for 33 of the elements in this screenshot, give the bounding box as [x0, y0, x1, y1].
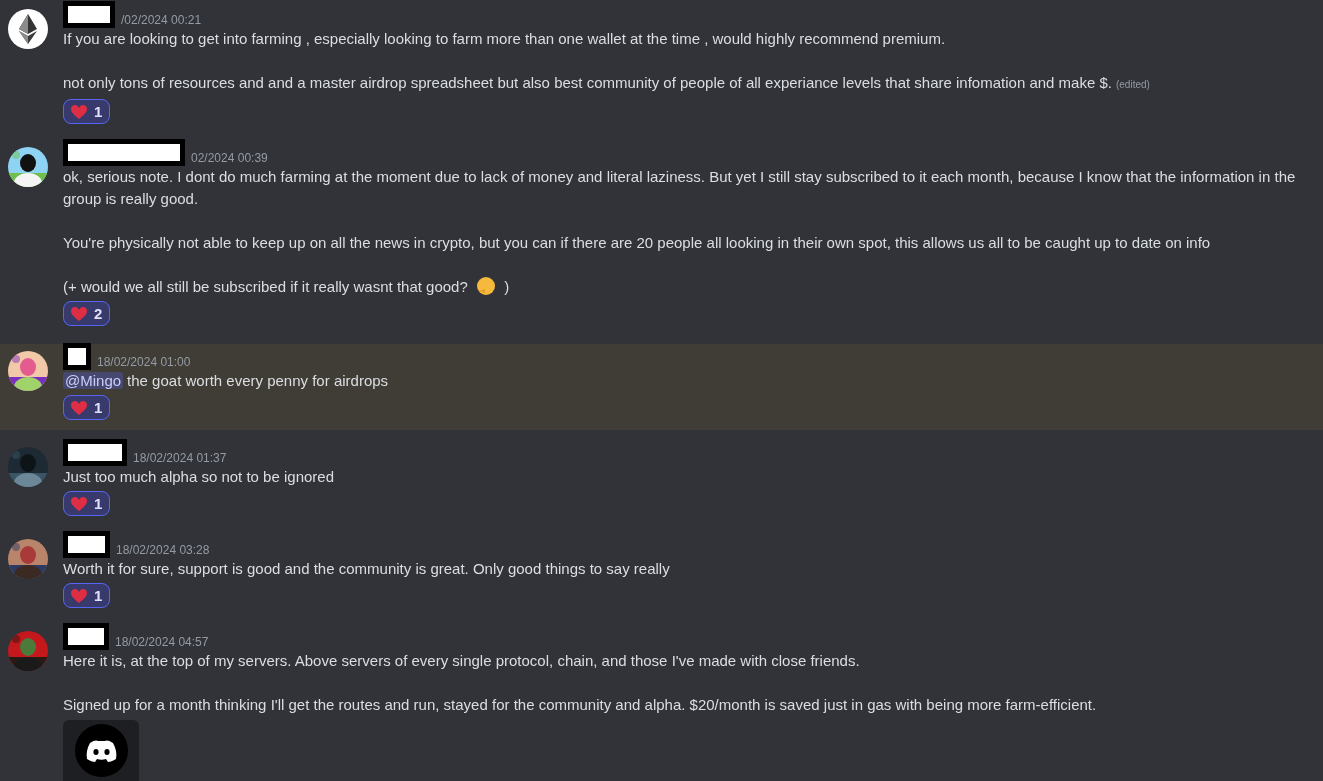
message-text: (+ would we all still be subscribed if it really wasnt that good?: [63, 278, 468, 295]
timestamp: 18/02/2024 03:28: [116, 542, 210, 558]
attachment-card[interactable]: [63, 720, 139, 781]
thinking-emoji-icon: [475, 276, 496, 296]
edited-label: (edited): [1115, 79, 1150, 90]
heart-icon: [70, 305, 88, 322]
heart-icon: [70, 587, 88, 604]
timestamp: /02/2024 00:21: [121, 12, 202, 28]
heart-icon: [70, 399, 88, 416]
heart-icon: [70, 103, 88, 120]
controller-logo-icon: [74, 724, 128, 777]
message-text: You're physically not able to keep up on all the news in crypto, but you can if there are 20 people all looking in their own spot, this allows us all to be caught up to date on info: [63, 234, 1211, 251]
reaction-button[interactable]: 1: [63, 491, 111, 516]
reaction-button[interactable]: 1: [63, 99, 111, 124]
message-text: Here it is, at the top of my servers. Above servers of every single protocol, chain, and those I've made with close friends.: [63, 652, 860, 669]
message-text: the goat worth every penny for airdrops: [127, 372, 389, 389]
timestamp: 18/02/2024 01:00: [97, 354, 191, 370]
message-text: If you are looking to get into farming , especially looking to farm more than one wallet at the time , would highly recommend premium.: [63, 30, 946, 47]
message-text: Signed up for a month thinking I'll get the routes and run, stayed for the community and alpha. $20/month is saved just in gas with being more farm-efficient.: [63, 696, 1097, 713]
user-mention[interactable]: @Mingo: [63, 372, 124, 389]
reaction-button[interactable]: 1: [63, 583, 111, 608]
message-text: Just too much alpha so not to be ignored: [63, 468, 334, 485]
message-text: Worth it for sure, support is good and the community is great. Only good things to say really: [63, 560, 670, 577]
reaction-button[interactable]: 2: [63, 301, 111, 326]
message-text: ok, serious note. I dont do much farming at the moment due to lack of money and literal laziness. But yet I still stay subscribed to it each month, because I know that the information in the group is really good.: [63, 168, 1296, 207]
diamond-logo-icon: [8, 9, 48, 49]
timestamp: 02/2024 00:39: [191, 150, 268, 166]
heart-icon: [70, 495, 88, 512]
timestamp: 18/02/2024 04:57: [115, 634, 209, 650]
message-text: not only tons of resources and and a master airdrop spreadsheet but also best community of people of all experiance levels that share infomation and make $.: [63, 74, 1112, 91]
timestamp: 18/02/2024 01:37: [133, 450, 227, 466]
message-text: ): [504, 278, 510, 295]
reaction-button[interactable]: 1: [63, 395, 111, 420]
